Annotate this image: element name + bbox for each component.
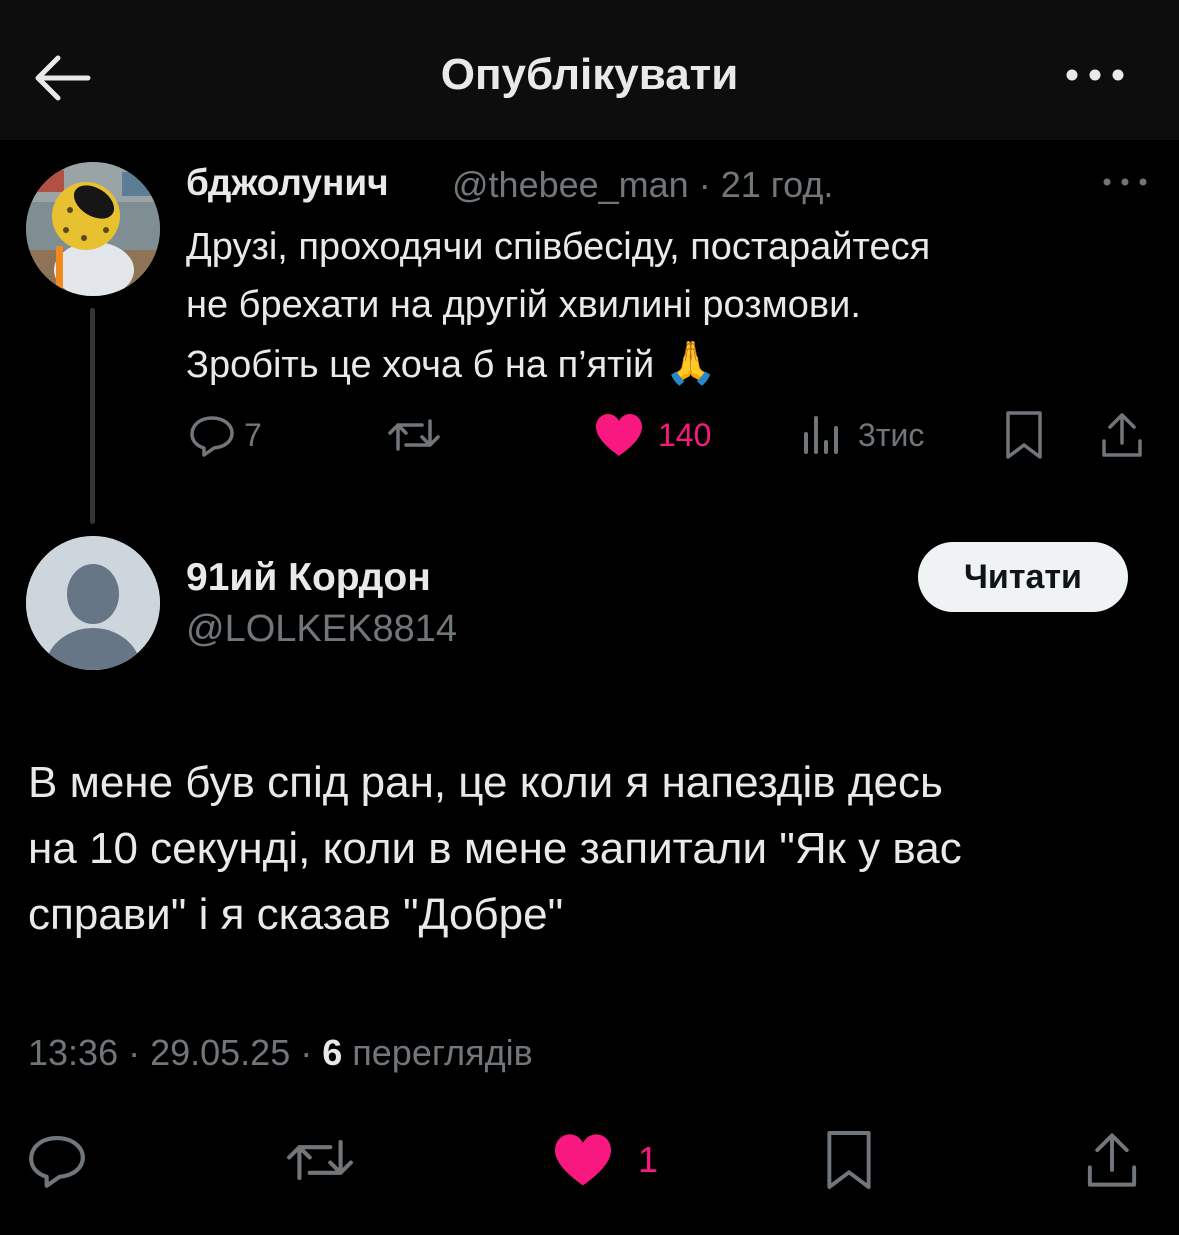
post-text: В мене був спід ран, це коли я напездів … — [28, 750, 1148, 948]
share-button[interactable] — [1098, 405, 1146, 465]
bee-avatar-image — [26, 162, 160, 296]
separator-dot: · — [290, 1032, 323, 1073]
reply-button[interactable] — [26, 1118, 88, 1202]
reply-icon — [29, 1135, 85, 1188]
more-icon — [1066, 69, 1124, 81]
post-more-button[interactable] — [1100, 172, 1150, 192]
author-name[interactable]: бджолунич — [186, 162, 389, 204]
retweet-icon — [388, 419, 440, 451]
heart-icon — [555, 1134, 611, 1186]
bookmark-button[interactable] — [1002, 405, 1046, 465]
like-count: 140 — [658, 416, 712, 453]
retweet-button[interactable] — [284, 1118, 356, 1202]
thread-connector-line — [90, 308, 95, 524]
top-bar: Опублікувати — [0, 0, 1179, 140]
post-text: Друзі, проходячи співбесіду, постарайтес… — [186, 218, 1146, 394]
post-text-line: Друзі, проходячи співбесіду, постарайтес… — [186, 226, 931, 268]
more-icon — [1103, 178, 1147, 186]
like-count: 1 — [638, 1139, 659, 1180]
like-button[interactable]: 140 — [594, 405, 711, 465]
bookmark-icon — [827, 1131, 871, 1189]
avatar-bee[interactable] — [26, 162, 160, 296]
post-meta: 13:36 · 29.05.25 · 6 переглядів — [28, 1032, 533, 1074]
reply-button[interactable]: 7 — [188, 405, 262, 465]
post-text-line: на 10 секунді, коли в мене запитали "Як … — [28, 824, 962, 873]
retweet-button[interactable] — [386, 405, 442, 465]
bookmark-button[interactable] — [822, 1118, 876, 1202]
views-icon — [804, 416, 838, 454]
default-avatar-icon — [26, 536, 160, 670]
heart-icon — [596, 414, 642, 456]
post-actions: 1 — [0, 1118, 1179, 1202]
post-time: 13:36 — [28, 1032, 119, 1073]
more-options-button[interactable] — [1060, 60, 1130, 90]
post-date: 29.05.25 — [150, 1032, 291, 1073]
author-handle: @thebee_man — [452, 164, 689, 205]
views-count: 3тис — [858, 416, 925, 453]
views-label: переглядів — [352, 1032, 533, 1073]
retweet-icon — [287, 1139, 353, 1181]
like-button[interactable]: 1 — [552, 1118, 658, 1202]
reply-count: 7 — [244, 416, 262, 453]
share-icon — [1102, 413, 1142, 457]
post-text-line: справи" і я сказав "Добре" — [28, 890, 564, 939]
author-handle[interactable]: @LOLKEK8814 — [186, 608, 457, 651]
reply-icon — [190, 416, 234, 457]
page-title: Опублікувати — [440, 50, 739, 99]
post-text-line-content: Зробіть це хоча б на п’ятій — [186, 344, 655, 386]
follow-button[interactable]: Читати — [918, 542, 1128, 612]
author-handle-time[interactable]: @thebee_man · 21 год. — [452, 164, 833, 206]
pray-emoji: 🙏 — [664, 339, 718, 386]
separator-dot: · — [118, 1032, 151, 1073]
bookmark-icon — [1006, 411, 1042, 459]
post-actions: 7 140 3тис — [186, 405, 1156, 465]
share-icon — [1087, 1133, 1137, 1187]
separator-dot: · — [688, 164, 721, 205]
views-button[interactable]: 3тис — [800, 405, 924, 465]
author-name[interactable]: 91ий Кордон — [186, 556, 431, 600]
post-text-line: В мене був спід ран, це коли я напездів … — [28, 758, 943, 807]
post-time: 21 год. — [720, 164, 834, 205]
avatar-default[interactable] — [26, 536, 160, 670]
post-text-line: Зробіть це хоча б на п’ятій 🙏 — [186, 334, 1146, 394]
post-text-line: не брехати на другій хвилині розмови. — [186, 284, 861, 326]
share-button[interactable] — [1082, 1118, 1142, 1202]
views-count: 6 — [322, 1032, 343, 1073]
